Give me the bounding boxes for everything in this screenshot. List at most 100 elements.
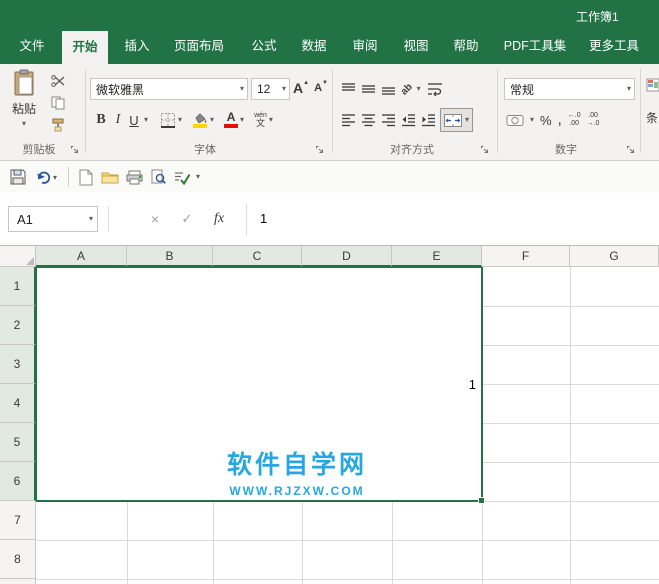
spell-check-button[interactable] xyxy=(172,167,192,187)
decrease-decimal-button[interactable]: .00 →.0 xyxy=(587,112,600,129)
print-button[interactable] xyxy=(124,167,144,187)
customize-toolbar-dropdown-icon[interactable]: ▾ xyxy=(196,173,200,181)
underline-button[interactable]: U xyxy=(126,108,142,132)
tab-pdf-tools[interactable]: PDF工具集 xyxy=(494,28,576,64)
enter-button[interactable]: ✓ xyxy=(176,209,198,229)
align-top-button[interactable] xyxy=(340,79,357,99)
select-all-triangle-icon xyxy=(26,257,34,265)
align-center-button[interactable] xyxy=(360,110,377,130)
borders-button[interactable] xyxy=(160,108,176,132)
orientation-button[interactable]: ab xyxy=(399,79,415,99)
cut-button[interactable] xyxy=(46,73,70,88)
align-middle-button[interactable] xyxy=(360,79,377,99)
row-header-5[interactable]: 5 xyxy=(0,423,36,462)
format-painter-icon xyxy=(52,118,64,131)
row-header-6[interactable]: 6 xyxy=(0,462,36,501)
font-sizing-buttons: A ▲ A ▼ xyxy=(293,79,328,101)
name-box-dropdown-icon[interactable]: ▾ xyxy=(89,215,93,223)
tab-view[interactable]: 视图 xyxy=(394,28,438,64)
column-header-c[interactable]: C xyxy=(213,246,302,267)
copy-button[interactable] xyxy=(46,95,70,110)
comma-style-button[interactable]: , xyxy=(558,112,562,127)
chevron-down-icon: ▾ xyxy=(626,84,631,93)
bold-button[interactable]: B xyxy=(92,108,110,132)
underline-dropdown-icon[interactable]: ▾ xyxy=(144,116,148,124)
formula-input[interactable]: 1 xyxy=(260,193,267,245)
tab-home[interactable]: 开始 xyxy=(62,31,108,64)
number-format-combo[interactable]: 常规 ▾ xyxy=(504,78,635,100)
chevron-down-icon: ▾ xyxy=(21,119,26,128)
column-header-b[interactable]: B xyxy=(127,246,213,267)
paste-button[interactable]: 粘贴 ▾ xyxy=(6,69,42,145)
borders-dropdown-icon[interactable]: ▾ xyxy=(178,116,182,124)
column-header-f[interactable]: F xyxy=(482,246,570,267)
fill-handle[interactable] xyxy=(478,497,485,504)
tab-help[interactable]: 帮助 xyxy=(444,28,488,64)
row-header-1[interactable]: 1 xyxy=(0,267,36,306)
row-header-4[interactable]: 4 xyxy=(0,384,36,423)
column-header-e[interactable]: E xyxy=(392,246,482,267)
font-dialog-launcher[interactable] xyxy=(315,145,325,155)
align-left-button[interactable] xyxy=(340,110,357,130)
number-group-label: 数字 xyxy=(555,144,577,156)
up-arrow-icon: ▲ xyxy=(303,80,310,86)
accounting-dropdown-icon[interactable]: ▾ xyxy=(530,116,534,124)
new-document-button[interactable] xyxy=(76,167,96,187)
font-family-combo[interactable]: 微软雅黑 ▾ xyxy=(90,78,248,100)
tab-formulas[interactable]: 公式 xyxy=(242,28,286,64)
alignment-dialog-launcher[interactable] xyxy=(480,145,490,155)
name-box[interactable]: A1 ▾ xyxy=(8,206,98,232)
clipboard-group-label: 剪贴板 xyxy=(22,144,56,156)
grow-font-letter: A xyxy=(293,80,304,96)
format-painter-button[interactable] xyxy=(46,117,70,132)
row-header-3[interactable]: 3 xyxy=(0,345,36,384)
accounting-format-button[interactable] xyxy=(506,114,524,127)
row-header-2[interactable]: 2 xyxy=(0,306,36,345)
align-right-button[interactable] xyxy=(380,110,397,130)
horizontal-align-row: ▾ xyxy=(340,108,474,132)
italic-button[interactable]: I xyxy=(110,108,126,132)
wrap-text-button[interactable] xyxy=(426,79,444,99)
cancel-button[interactable]: × xyxy=(144,209,166,229)
font-color-dropdown-icon[interactable]: ▾ xyxy=(240,116,244,124)
insert-function-button[interactable]: fx xyxy=(208,209,230,229)
select-all-corner[interactable] xyxy=(0,246,36,267)
number-dialog-launcher[interactable] xyxy=(626,145,636,155)
shrink-font-button[interactable]: A ▼ xyxy=(314,79,328,97)
tab-page-layout[interactable]: 页面布局 xyxy=(163,28,235,64)
tab-file[interactable]: 文件 xyxy=(10,28,54,64)
tab-data[interactable]: 数据 xyxy=(292,28,336,64)
row-header-9-partial[interactable] xyxy=(0,579,36,584)
open-folder-button[interactable] xyxy=(100,167,120,187)
undo-dropdown-icon[interactable]: ▾ xyxy=(53,174,57,182)
phonetic-guide-button[interactable]: wén 文 xyxy=(254,108,267,132)
grow-font-button[interactable]: A ▲ xyxy=(293,79,309,97)
tab-more-tools[interactable]: 更多工具 xyxy=(582,28,646,64)
font-color-button[interactable]: A xyxy=(224,108,239,132)
print-preview-button[interactable] xyxy=(148,167,168,187)
fill-color-dropdown-icon[interactable]: ▾ xyxy=(210,116,214,124)
conditional-formatting-button[interactable] xyxy=(646,77,659,93)
row-header-8[interactable]: 8 xyxy=(0,540,36,579)
column-header-a[interactable]: A xyxy=(36,246,127,267)
font-size-value: 12 xyxy=(257,82,271,96)
orientation-dropdown-icon[interactable]: ▾ xyxy=(417,85,421,93)
merge-dropdown-icon[interactable]: ▾ xyxy=(465,116,469,124)
decrease-indent-button[interactable] xyxy=(400,110,417,130)
clipboard-dialog-launcher[interactable] xyxy=(70,145,80,155)
row-header-7[interactable]: 7 xyxy=(0,501,36,540)
increase-decimal-button[interactable]: ←.0 .00 xyxy=(568,112,581,129)
increase-indent-button[interactable] xyxy=(420,110,437,130)
merge-center-button[interactable]: ▾ xyxy=(440,108,474,132)
undo-button[interactable] xyxy=(34,167,54,187)
font-size-combo[interactable]: 12 ▾ xyxy=(251,78,290,100)
phonetic-dropdown-icon[interactable]: ▾ xyxy=(269,116,273,124)
column-header-g[interactable]: G xyxy=(570,246,659,267)
column-header-d[interactable]: D xyxy=(302,246,392,267)
save-button[interactable] xyxy=(8,167,28,187)
tab-insert[interactable]: 插入 xyxy=(115,28,159,64)
fill-color-button[interactable] xyxy=(192,108,208,132)
tab-review[interactable]: 审阅 xyxy=(343,28,387,64)
percent-style-button[interactable]: % xyxy=(540,113,552,128)
align-bottom-button[interactable] xyxy=(380,79,397,99)
